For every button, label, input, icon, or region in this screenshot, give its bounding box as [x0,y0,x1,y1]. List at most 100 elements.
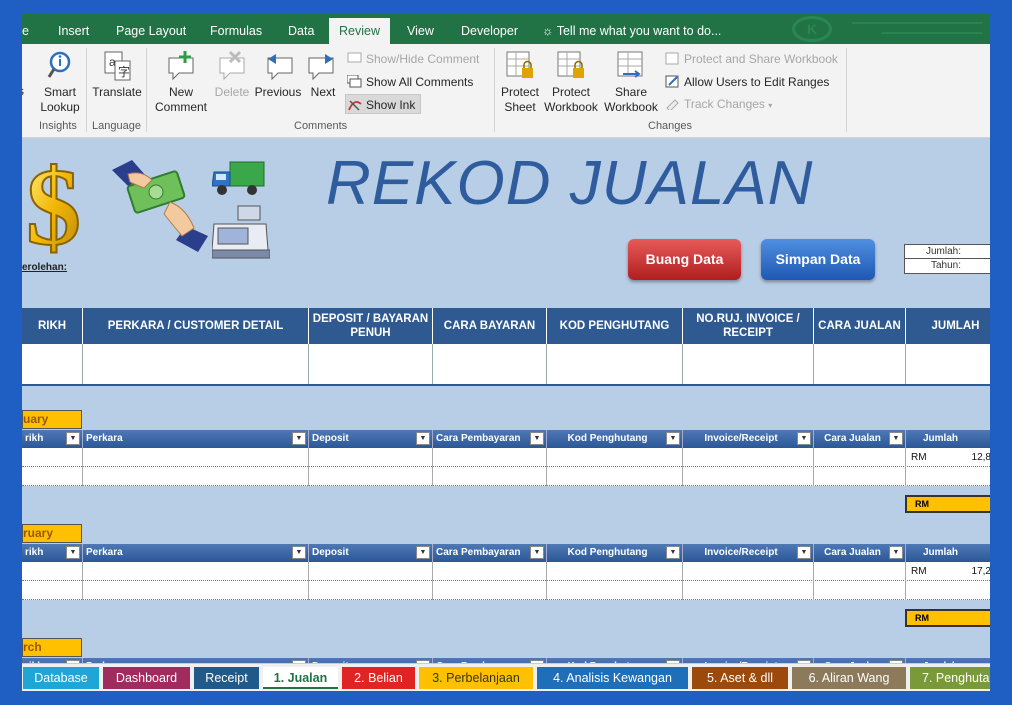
table-cell[interactable] [814,448,906,467]
sheet-tab-penghutang[interactable]: 7. Penghuta [910,667,990,689]
amount-cell[interactable]: RM 17,2 [906,562,990,581]
table-cell[interactable] [433,562,547,581]
entry-cell[interactable] [814,344,906,384]
next-comment-button[interactable]: Next [306,50,340,100]
table-cell[interactable] [906,581,990,600]
filter-dropdown-icon[interactable]: ▼ [66,432,80,445]
table-cell[interactable] [83,562,309,581]
entry-cell[interactable] [309,344,433,384]
filter-dropdown-icon[interactable]: ▼ [889,432,903,445]
table-cell[interactable] [547,448,683,467]
table-cell[interactable] [309,467,433,486]
sheet-tab-belian[interactable]: 2. Belian [342,667,415,689]
previous-comment-button[interactable]: Previous [254,50,302,100]
table-cell[interactable] [683,467,814,486]
show-ink-button[interactable]: Show Ink [345,94,422,114]
sheet-tab-dashboard[interactable]: Dashboard [103,667,190,689]
translate-button[interactable]: a字 Translate [90,50,144,100]
filter-tarikh[interactable]: rikh ▼ [22,544,83,562]
amount-cell[interactable]: RM 12,8 [906,448,990,467]
sheet-tab-receipt[interactable]: Receipt [194,667,259,689]
table-cell[interactable] [22,581,83,600]
table-cell[interactable] [22,467,83,486]
tell-me-search[interactable]: ☼ Tell me what you want to do... [542,14,721,44]
tab-page-layout[interactable]: Page Layout [116,14,186,44]
filter-dropdown-icon[interactable]: ▼ [889,546,903,559]
table-cell[interactable] [433,581,547,600]
entry-cell[interactable] [547,344,683,384]
track-changes-button[interactable]: Track Changes ▾ [664,94,772,114]
filter-cara-jualan[interactable]: Cara Jualan ▼ [814,544,906,562]
sheet-tab-aset[interactable]: 5. Aset & dll [692,667,788,689]
table-cell[interactable] [906,467,990,486]
filter-cara-pembayaran[interactable]: Cara Pembayaran ▼ [433,544,547,562]
table-cell[interactable] [22,562,83,581]
filter-dropdown-icon[interactable]: ▼ [416,546,430,559]
sheet-tab-jualan[interactable]: 1. Jualan [263,667,338,689]
show-hide-comment-button[interactable]: Show/Hide Comment [346,49,479,69]
filter-dropdown-icon[interactable]: ▼ [292,432,306,445]
table-cell[interactable] [309,581,433,600]
filter-kod-penghutang[interactable]: Kod Penghutang ▼ [547,430,683,448]
filter-invoice[interactable]: Invoice/Receipt ▼ [683,544,814,562]
table-cell[interactable] [83,581,309,600]
filter-jumlah[interactable]: Jumlah [906,430,990,448]
sheet-tab-aliran-wang[interactable]: 6. Aliran Wang [792,667,906,689]
table-cell[interactable] [683,581,814,600]
sheet-tab-perbelanjaan[interactable]: 3. Perbelanjaan [419,667,533,689]
protect-sheet-button[interactable]: Protect Sheet [498,50,542,115]
table-cell[interactable] [83,467,309,486]
table-cell[interactable] [22,448,83,467]
table-cell[interactable] [683,448,814,467]
filter-cara-jualan[interactable]: Cara Jualan ▼ [814,430,906,448]
protect-and-share-button[interactable]: Protect and Share Workbook [664,49,838,69]
smart-lookup-button[interactable]: Smart Lookup [36,50,84,115]
sheet-tab-database[interactable]: Database [23,667,99,689]
new-comment-button[interactable]: New Comment [152,50,210,115]
share-workbook-button[interactable]: Share Workbook [602,50,660,115]
entry-cell[interactable] [906,344,990,384]
partial-button[interactable]: s [22,84,24,99]
table-cell[interactable] [814,581,906,600]
filter-dropdown-icon[interactable]: ▼ [797,546,811,559]
filter-kod-penghutang[interactable]: Kod Penghutang ▼ [547,544,683,562]
allow-users-edit-button[interactable]: Allow Users to Edit Ranges [664,72,829,92]
table-cell[interactable] [309,562,433,581]
tab-file-partial[interactable]: e [22,14,29,44]
table-cell[interactable] [547,467,683,486]
tab-review[interactable]: Review [329,18,390,44]
filter-dropdown-icon[interactable]: ▼ [530,546,544,559]
filter-dropdown-icon[interactable]: ▼ [416,432,430,445]
simpan-data-button[interactable]: Simpan Data [761,239,875,280]
filter-dropdown-icon[interactable]: ▼ [666,546,680,559]
table-cell[interactable] [433,448,547,467]
show-all-comments-button[interactable]: Show All Comments [346,72,473,92]
buang-data-button[interactable]: Buang Data [628,239,741,280]
tab-formulas[interactable]: Formulas [210,14,262,44]
filter-jumlah[interactable]: Jumlah [906,544,990,562]
filter-perkara[interactable]: Perkara ▼ [83,430,309,448]
tab-insert[interactable]: Insert [58,14,89,44]
table-cell[interactable] [547,581,683,600]
filter-deposit[interactable]: Deposit ▼ [309,430,433,448]
filter-dropdown-icon[interactable]: ▼ [292,546,306,559]
filter-invoice[interactable]: Invoice/Receipt ▼ [683,430,814,448]
table-cell[interactable] [683,562,814,581]
entry-cell[interactable] [433,344,547,384]
filter-dropdown-icon[interactable]: ▼ [530,432,544,445]
protect-workbook-button[interactable]: Protect Workbook [542,50,600,115]
table-cell[interactable] [309,448,433,467]
table-cell[interactable] [83,448,309,467]
tab-developer[interactable]: Developer [461,14,518,44]
table-cell[interactable] [433,467,547,486]
delete-comment-button[interactable]: Delete [212,50,252,100]
sheet-tab-analisis-kewangan[interactable]: 4. Analisis Kewangan [537,667,688,689]
entry-cell[interactable] [83,344,309,384]
table-cell[interactable] [547,562,683,581]
filter-dropdown-icon[interactable]: ▼ [66,546,80,559]
tab-view[interactable]: View [407,14,434,44]
entry-cell[interactable] [22,344,83,384]
filter-tarikh[interactable]: rikh ▼ [22,430,83,448]
filter-perkara[interactable]: Perkara ▼ [83,544,309,562]
tab-data[interactable]: Data [288,14,314,44]
